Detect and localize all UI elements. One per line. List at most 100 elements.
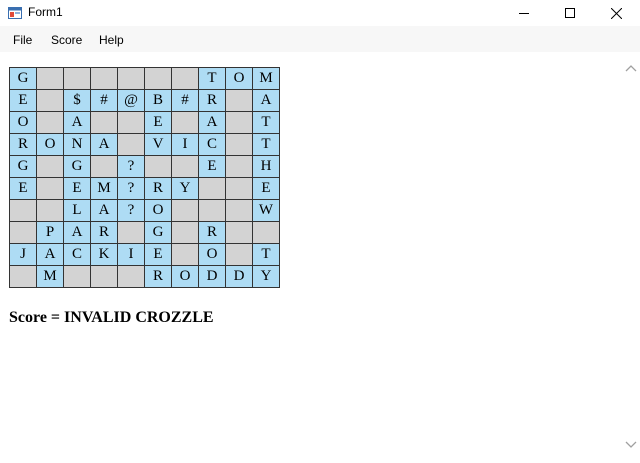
- grid-cell: A: [37, 244, 64, 266]
- grid-cell: [37, 178, 64, 200]
- grid-cell: Y: [253, 266, 280, 288]
- grid-cell: D: [199, 266, 226, 288]
- grid-cell: [91, 156, 118, 178]
- chevron-down-icon: [625, 441, 637, 448]
- grid-cell: [226, 90, 253, 112]
- grid-cell: G: [145, 222, 172, 244]
- grid-cell: R: [145, 178, 172, 200]
- grid-cell: ?: [118, 178, 145, 200]
- grid-cell: V: [145, 134, 172, 156]
- grid-cell: [118, 266, 145, 288]
- scroll-up-button[interactable]: [622, 64, 640, 78]
- grid-cell: [37, 200, 64, 222]
- grid-cell: O: [172, 266, 199, 288]
- grid-cell: L: [64, 200, 91, 222]
- grid-cell: [226, 156, 253, 178]
- grid-cell: [226, 178, 253, 200]
- menu-help[interactable]: Help: [99, 33, 124, 47]
- grid-cell: G: [64, 156, 91, 178]
- grid-cell: T: [253, 134, 280, 156]
- grid-cell: [253, 222, 280, 244]
- grid-cell: H: [253, 156, 280, 178]
- grid-cell: [37, 90, 64, 112]
- grid-cell: [172, 156, 199, 178]
- grid-cell: [226, 244, 253, 266]
- vertical-scrollbar[interactable]: [622, 52, 640, 463]
- grid-cell: [91, 266, 118, 288]
- grid-cell: B: [145, 90, 172, 112]
- grid-cell: [172, 68, 199, 90]
- close-icon: [610, 7, 622, 19]
- grid-cell: T: [253, 112, 280, 134]
- grid-cell: [118, 68, 145, 90]
- maximize-icon: [565, 8, 575, 18]
- grid-cell: I: [172, 134, 199, 156]
- grid-cell: A: [91, 200, 118, 222]
- grid-cell: [64, 266, 91, 288]
- grid-cell: [199, 178, 226, 200]
- close-button[interactable]: [593, 0, 639, 26]
- grid-cell: [91, 68, 118, 90]
- grid-cell: [10, 266, 37, 288]
- grid-cell: @: [118, 90, 145, 112]
- grid-cell: [118, 134, 145, 156]
- grid-cell: A: [91, 134, 118, 156]
- grid-cell: G: [10, 68, 37, 90]
- grid-cell: #: [91, 90, 118, 112]
- grid-cell: A: [253, 90, 280, 112]
- grid-cell: [172, 200, 199, 222]
- grid-cell: E: [199, 156, 226, 178]
- grid-cell: A: [199, 112, 226, 134]
- grid-cell: E: [10, 90, 37, 112]
- maximize-button[interactable]: [547, 0, 593, 26]
- grid-cell: [199, 200, 226, 222]
- grid-cell: J: [10, 244, 37, 266]
- minimize-icon: [519, 13, 529, 14]
- grid-cell: M: [253, 68, 280, 90]
- minimize-button[interactable]: [501, 0, 547, 26]
- grid-cell: K: [91, 244, 118, 266]
- chevron-up-icon: [625, 65, 637, 72]
- grid-cell: N: [64, 134, 91, 156]
- app-icon: [8, 6, 22, 19]
- grid-cell: [10, 222, 37, 244]
- grid-cell: R: [10, 134, 37, 156]
- grid-cell: Y: [172, 178, 199, 200]
- grid-cell: [172, 112, 199, 134]
- scroll-down-button[interactable]: [622, 441, 640, 455]
- grid-cell: D: [226, 266, 253, 288]
- grid-cell: [226, 200, 253, 222]
- score-label: Score = INVALID CROZZLE: [9, 309, 214, 326]
- grid-cell: O: [37, 134, 64, 156]
- title-bar: Form1: [0, 0, 640, 26]
- grid-cell: T: [253, 244, 280, 266]
- grid-cell: ?: [118, 156, 145, 178]
- grid-cell: E: [253, 178, 280, 200]
- crozzle-grid: G T O M E $ # @ B # R A O A E A T R O N A V I C T G G? E H E E M? R Y E L A?…: [9, 67, 280, 288]
- menu-score[interactable]: Score: [51, 33, 82, 47]
- grid-cell: C: [64, 244, 91, 266]
- grid-cell: A: [64, 222, 91, 244]
- grid-cell: O: [226, 68, 253, 90]
- grid-cell: E: [145, 112, 172, 134]
- grid-cell: ?: [118, 200, 145, 222]
- menu-bar: File Score Help: [0, 26, 640, 52]
- grid-cell: W: [253, 200, 280, 222]
- grid-cell: [10, 200, 37, 222]
- grid-cell: M: [37, 266, 64, 288]
- grid-cell: E: [64, 178, 91, 200]
- grid-cell: G: [10, 156, 37, 178]
- grid-cell: M: [91, 178, 118, 200]
- grid-cell: C: [199, 134, 226, 156]
- grid-cell: O: [199, 244, 226, 266]
- grid-cell: R: [199, 90, 226, 112]
- grid-cell: O: [10, 112, 37, 134]
- menu-file[interactable]: File: [13, 33, 32, 47]
- grid-cell: [118, 112, 145, 134]
- grid-cell: E: [145, 244, 172, 266]
- grid-cell: R: [199, 222, 226, 244]
- grid-cell: #: [172, 90, 199, 112]
- grid-cell: O: [145, 200, 172, 222]
- grid-cell: [91, 112, 118, 134]
- grid-cell: A: [64, 112, 91, 134]
